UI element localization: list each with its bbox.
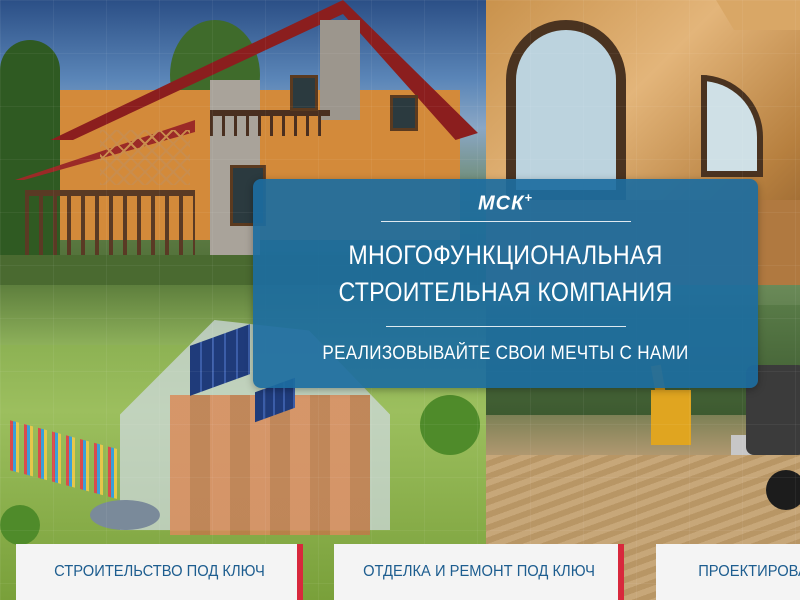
house-balcony bbox=[210, 110, 330, 136]
ceiling-beam bbox=[716, 0, 800, 30]
tree bbox=[420, 395, 480, 455]
service-button-design[interactable]: ПРОЕКТИРОВАН bbox=[656, 544, 800, 600]
logo-text: МСК bbox=[478, 192, 525, 215]
accent-bar bbox=[618, 544, 624, 600]
company-logo[interactable]: МСК+ bbox=[253, 190, 758, 216]
half-round-window bbox=[701, 75, 763, 177]
hero-title-line2: СТРОИТЕЛЬНАЯ КОМПАНИЯ bbox=[338, 277, 673, 307]
utility-pipes bbox=[10, 420, 120, 500]
excavator bbox=[651, 390, 691, 445]
septic-tank bbox=[90, 500, 160, 530]
arched-window bbox=[506, 20, 626, 200]
service-button-label: ОТДЕЛКА И РЕМОНТ ПОД КЛЮЧ bbox=[363, 563, 595, 580]
tree bbox=[0, 505, 40, 545]
hero-title: МНОГОФУНКЦИОНАЛЬНАЯ СТРОИТЕЛЬНАЯ КОМПАНИ… bbox=[288, 237, 722, 311]
hero-slogan: РЕАЛИЗОВЫВАЙТЕ СВОИ МЕЧТЫ С НАМИ bbox=[322, 343, 689, 364]
accent-bar bbox=[297, 544, 303, 600]
divider bbox=[386, 326, 626, 327]
service-button-turnkey-construction[interactable]: СТРОИТЕЛЬСТВО ПОД КЛЮЧ bbox=[16, 544, 303, 600]
divider bbox=[381, 221, 631, 222]
hero-banner: МСК+ МНОГОФУНКЦИОНАЛЬНАЯ СТРОИТЕЛЬНАЯ КО… bbox=[253, 179, 758, 388]
house-window bbox=[390, 95, 418, 131]
stone-chimney bbox=[320, 20, 360, 120]
service-button-label: ПРОЕКТИРОВАН bbox=[698, 563, 800, 580]
logo-plus: + bbox=[524, 190, 533, 205]
porch-lattice bbox=[100, 130, 190, 185]
truck-wheel bbox=[766, 470, 800, 510]
house-window bbox=[290, 75, 318, 111]
service-button-finishing-repair[interactable]: ОТДЕЛКА И РЕМОНТ ПОД КЛЮЧ bbox=[334, 544, 624, 600]
hero-title-line1: МНОГОФУНКЦИОНАЛЬНАЯ bbox=[348, 240, 663, 270]
house-veranda bbox=[25, 190, 195, 256]
service-button-label: СТРОИТЕЛЬСТВО ПОД КЛЮЧ bbox=[54, 563, 265, 580]
